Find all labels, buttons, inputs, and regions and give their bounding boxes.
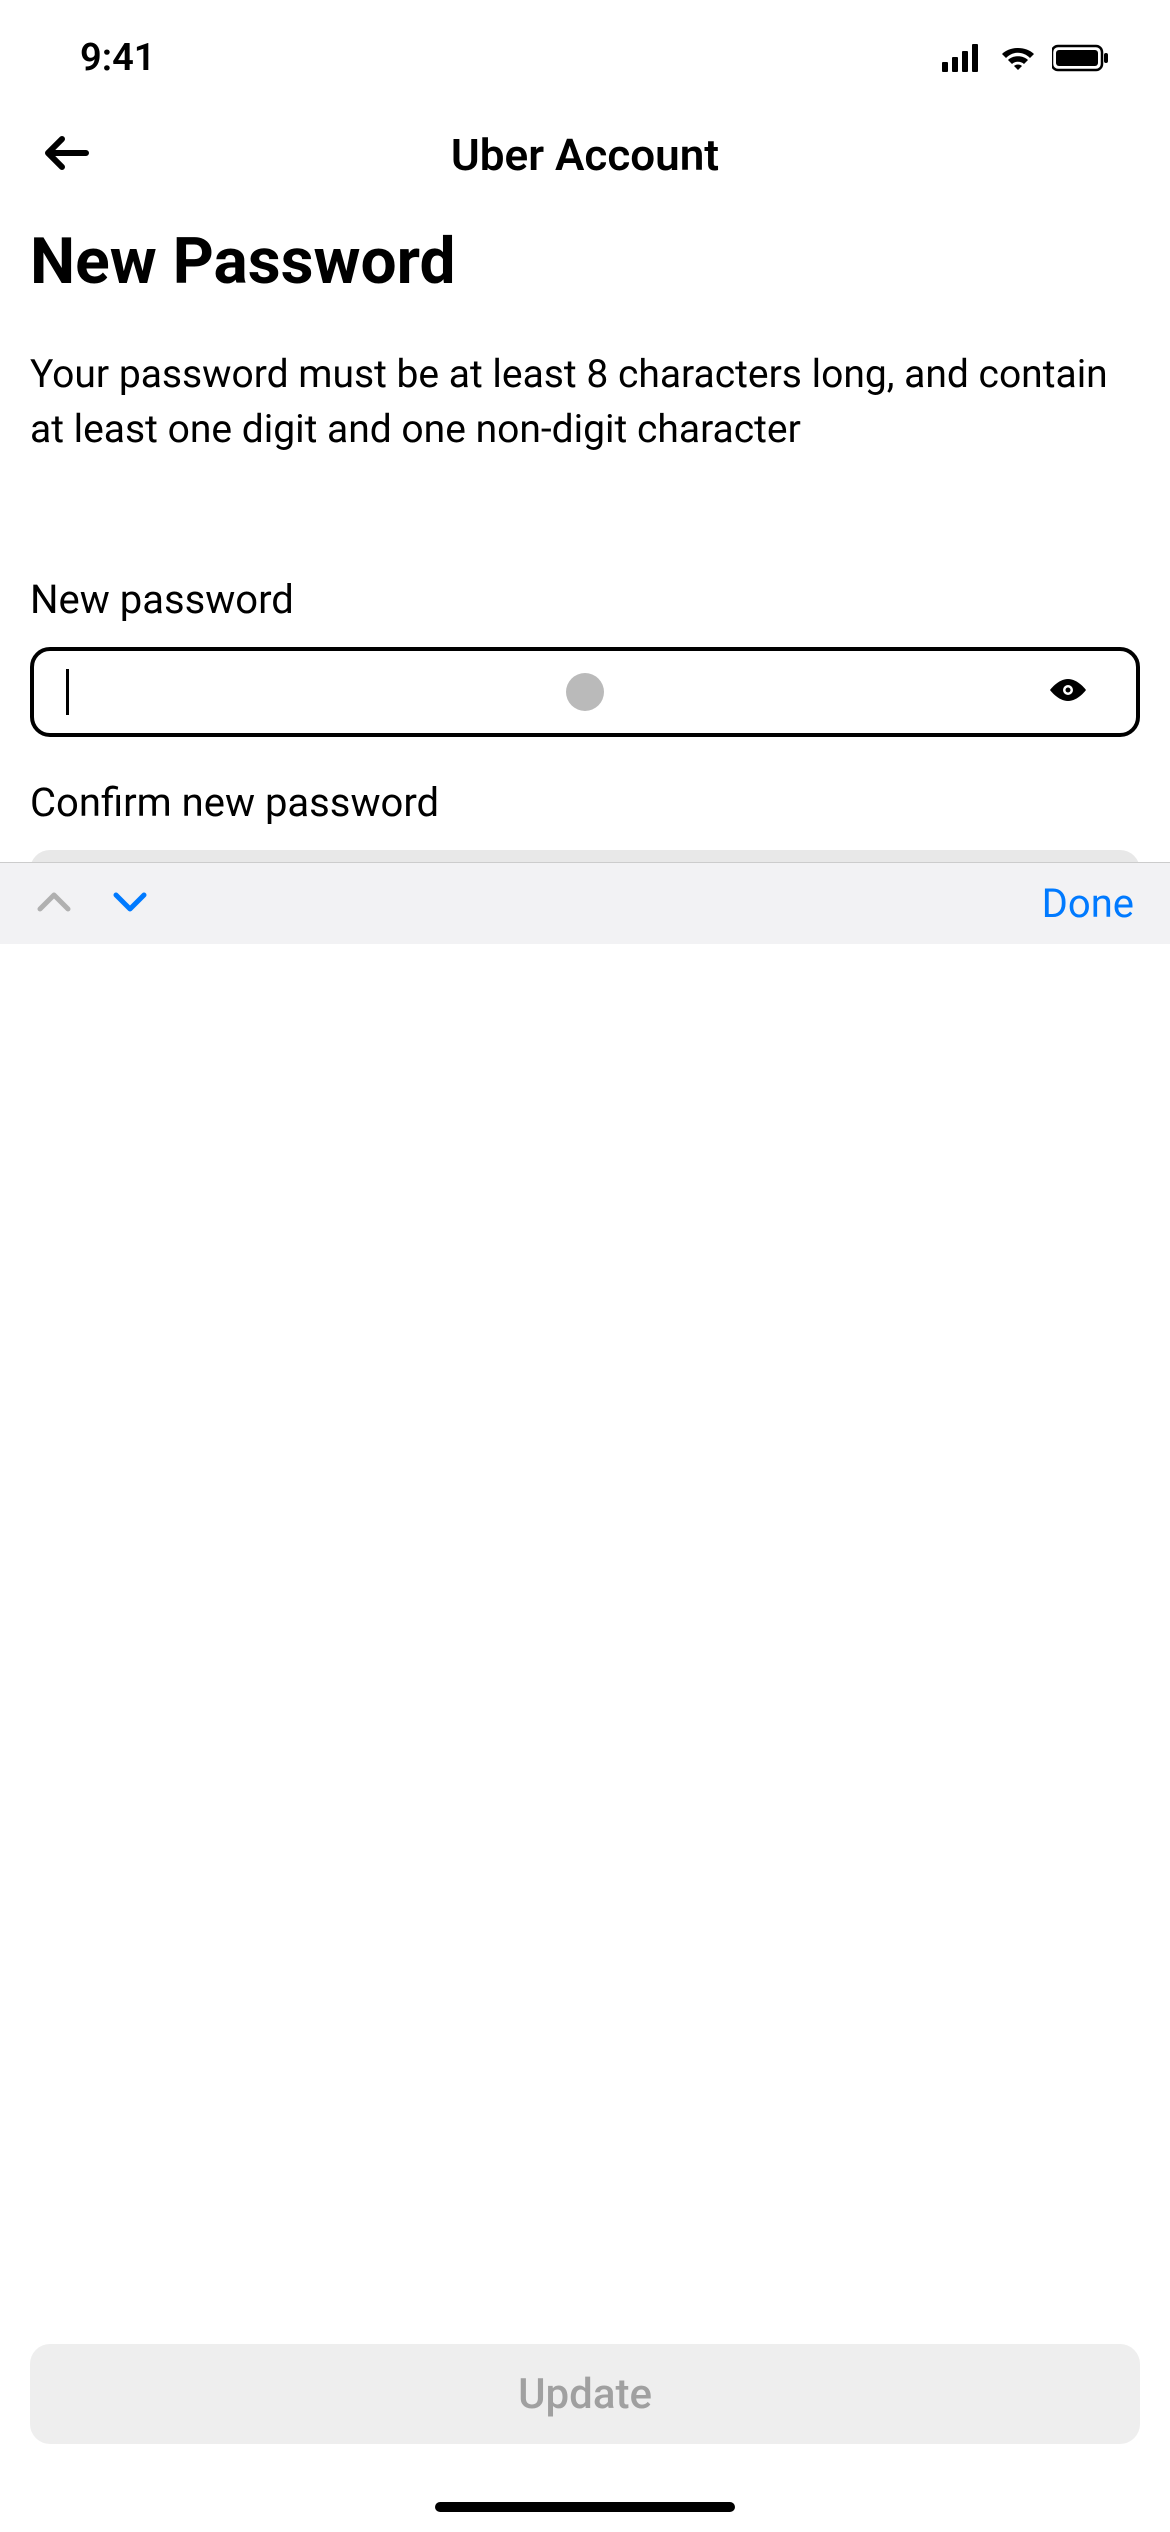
page-description: Your password must be at least 8 charact… <box>30 347 1140 456</box>
keyboard-next-button[interactable] <box>112 891 148 917</box>
update-button[interactable]: Update <box>30 2344 1140 2444</box>
keyboard-toolbar: Done <box>0 862 1170 944</box>
header: Uber Account <box>0 100 1170 200</box>
status-bar: 9:41 <box>0 0 1170 100</box>
status-icons <box>942 44 1110 72</box>
dot-indicator <box>566 673 604 711</box>
arrow-left-icon <box>40 126 94 180</box>
header-title: Uber Account <box>40 129 1130 181</box>
keyboard-nav-arrows <box>36 891 148 917</box>
keyboard-done-button[interactable]: Done <box>1042 880 1134 927</box>
keyboard-prev-button[interactable] <box>36 891 72 917</box>
new-password-label: New password <box>30 576 1140 623</box>
new-password-wrapper <box>30 647 1140 737</box>
home-indicator[interactable] <box>435 2502 735 2512</box>
cellular-icon <box>942 44 984 72</box>
text-cursor <box>66 669 69 715</box>
eye-icon <box>1048 677 1088 703</box>
toggle-visibility-new[interactable] <box>1048 677 1088 707</box>
status-time: 9:41 <box>80 36 155 80</box>
chevron-down-icon <box>112 891 148 913</box>
update-button-label: Update <box>518 2370 652 2419</box>
page-title: New Password <box>30 224 1140 299</box>
confirm-password-label: Confirm new password <box>30 779 1140 826</box>
back-button[interactable] <box>40 126 94 184</box>
wifi-icon <box>998 44 1038 72</box>
new-password-input[interactable] <box>30 647 1140 737</box>
battery-icon <box>1052 44 1110 72</box>
content: New Password Your password must be at le… <box>0 200 1170 940</box>
chevron-up-icon <box>36 891 72 913</box>
